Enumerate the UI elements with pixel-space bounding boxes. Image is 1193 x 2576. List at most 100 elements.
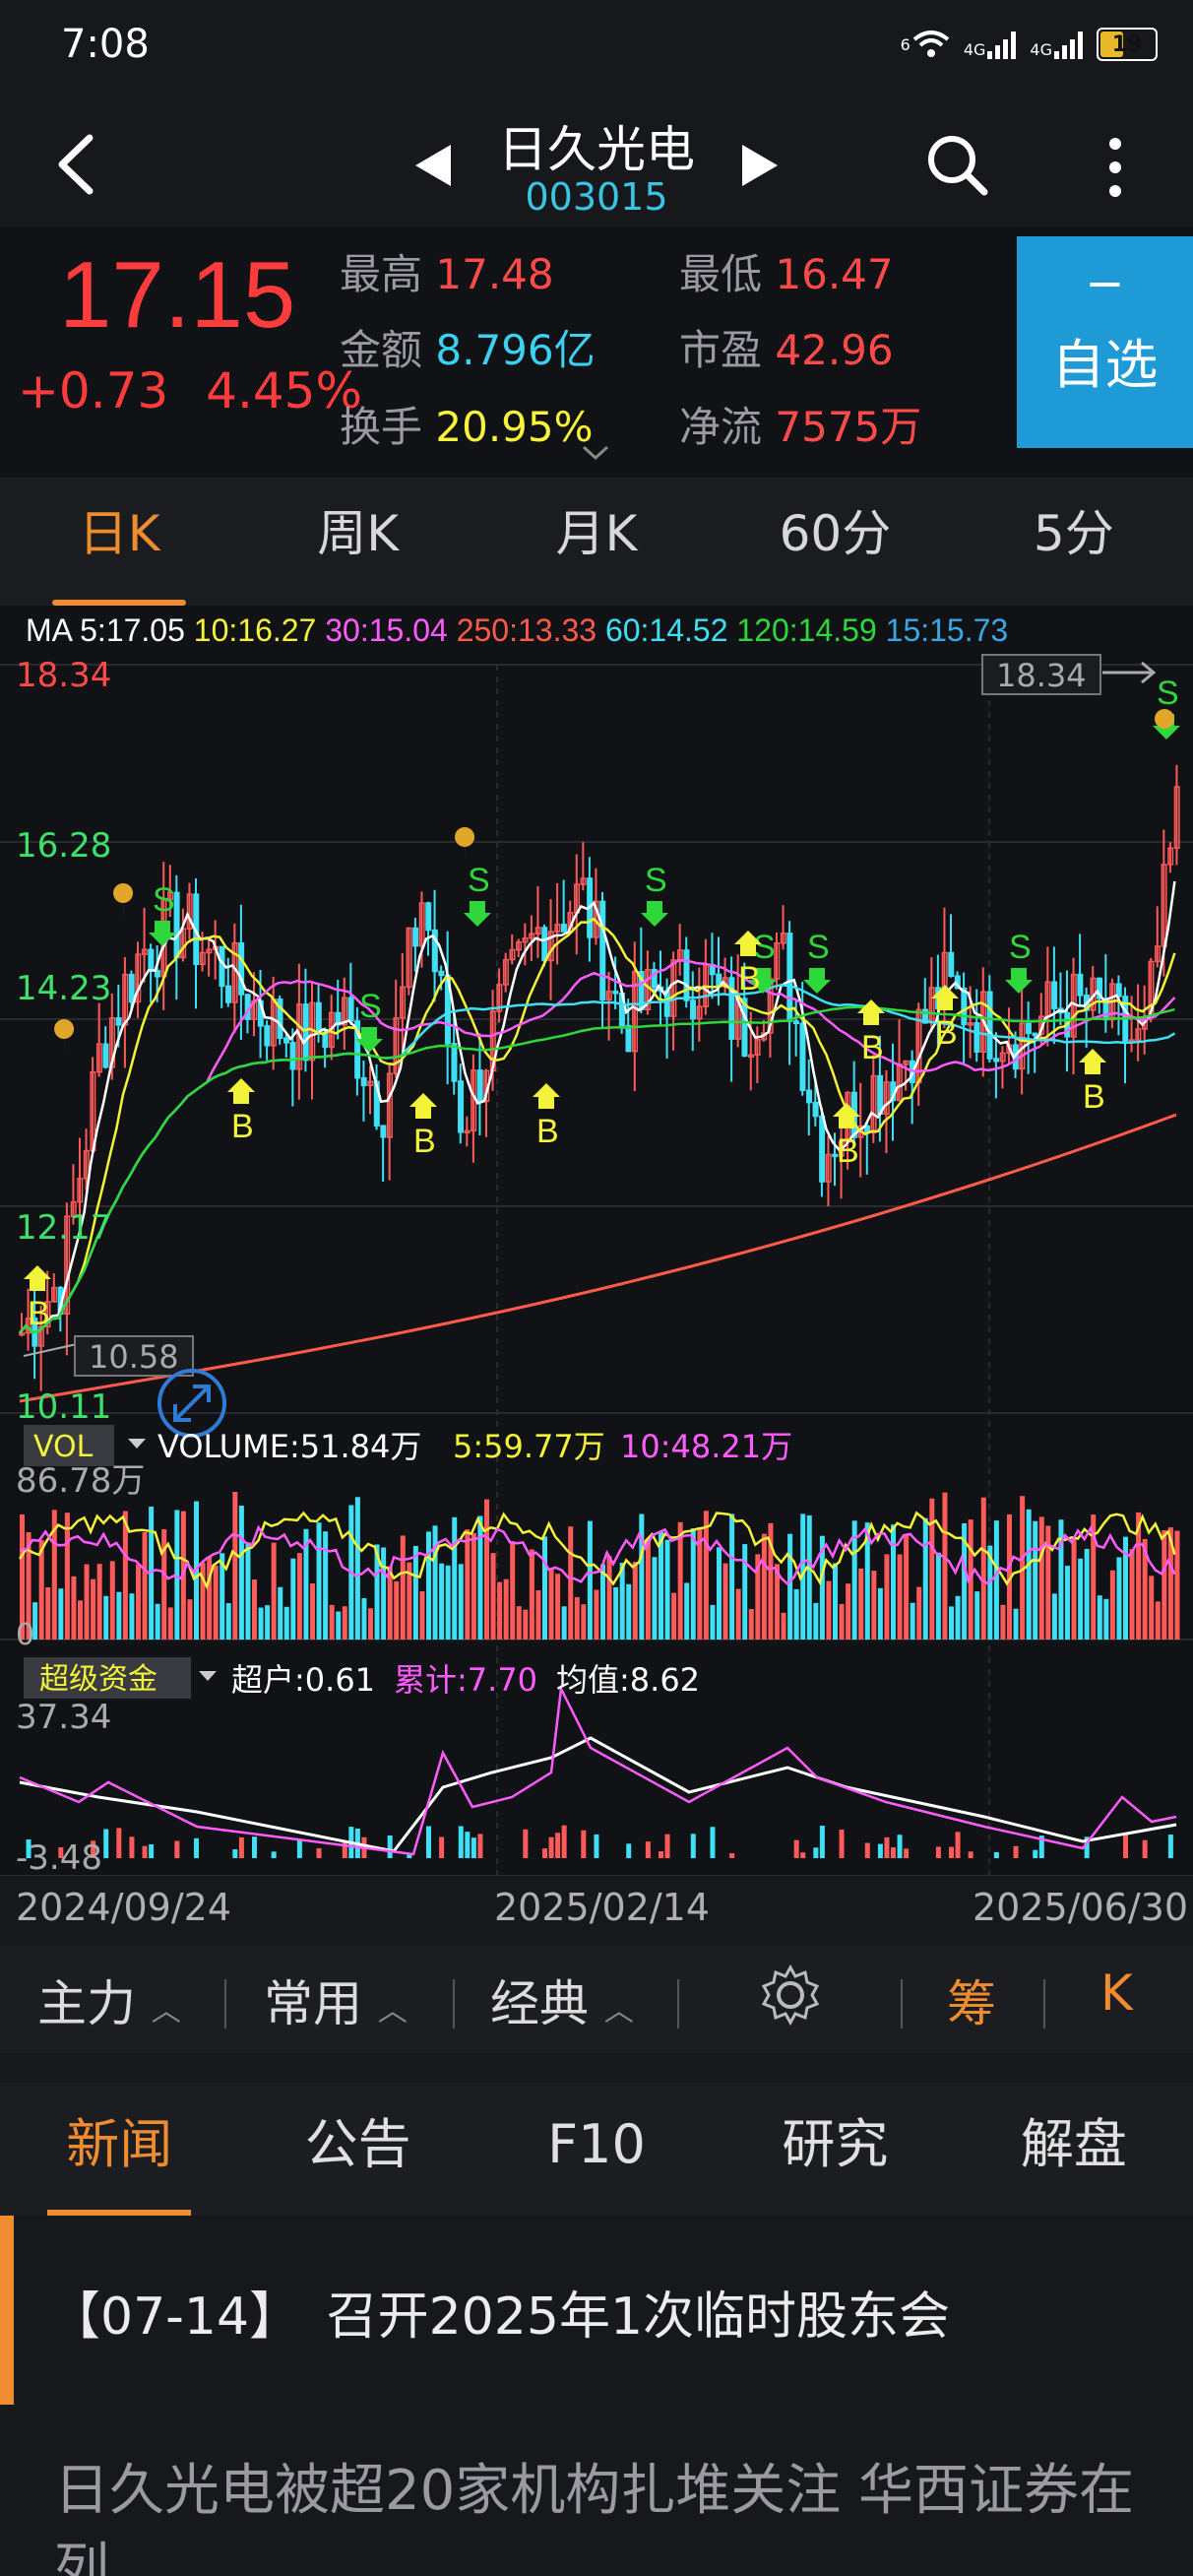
- fund-bar: [142, 1845, 148, 1858]
- tab-month-k[interactable]: 月K: [477, 478, 716, 606]
- kline-button[interactable]: K: [1100, 1964, 1133, 2022]
- volume-bar: [594, 1589, 599, 1640]
- candle-body: [806, 1089, 813, 1104]
- volume-bar: [1071, 1538, 1077, 1640]
- more-icon[interactable]: [1100, 136, 1130, 203]
- sell-arrow-icon: [464, 901, 491, 927]
- candle-body: [612, 990, 619, 995]
- axis-bottom-label: 10.11: [16, 1387, 111, 1427]
- volume-bar: [761, 1533, 767, 1640]
- volume-bar: [136, 1564, 141, 1640]
- axis-label-3: 14.23: [16, 969, 111, 1008]
- next-stock-icon[interactable]: [740, 143, 780, 192]
- tab-news[interactable]: 新闻: [0, 2083, 238, 2216]
- candle-body: [986, 991, 993, 1060]
- volume-bar: [283, 1606, 289, 1640]
- fund-bar: [458, 1826, 464, 1858]
- signal-2-icon: 4G: [1030, 30, 1083, 59]
- search-icon[interactable]: [925, 133, 990, 202]
- fund-bar: [968, 1851, 973, 1858]
- buy-arrow-icon: [1079, 1049, 1106, 1074]
- tab-f10[interactable]: F10: [477, 2083, 716, 2216]
- turnover-row: 换手 20.95%: [340, 403, 594, 451]
- expand-chevron-icon[interactable]: [581, 443, 610, 467]
- vol-tag[interactable]: VOL: [33, 1430, 94, 1464]
- volume-bar: [458, 1564, 464, 1640]
- volume-bar: [652, 1557, 658, 1640]
- chip-button[interactable]: 筹: [947, 1964, 996, 2035]
- volume-bar: [1109, 1570, 1115, 1640]
- fund-bar: [949, 1846, 954, 1858]
- fund-bar: [194, 1837, 199, 1858]
- volume-bar: [290, 1558, 296, 1640]
- fund-bar: [891, 1847, 896, 1858]
- volume-bar: [1033, 1520, 1038, 1640]
- candle-body: [148, 948, 155, 972]
- buy-signal: B: [738, 960, 761, 998]
- volume-bar: [833, 1563, 838, 1640]
- fund-tag[interactable]: 超级资金: [39, 1662, 157, 1697]
- fund-dropdown-icon[interactable]: [199, 1671, 217, 1681]
- fund-bar: [581, 1830, 587, 1858]
- fund-bar: [645, 1841, 651, 1858]
- vol-max-label: 86.78万: [16, 1461, 145, 1501]
- candle-body: [412, 927, 419, 947]
- volume-bar: [225, 1603, 231, 1640]
- kline-chart[interactable]: SSS SS S SSBB B BBBB BB MA 5:17.05 10:16.27 30…: [0, 606, 1193, 1878]
- candle-body: [347, 997, 354, 1022]
- news-item[interactable]: 【07-14】 召开2025年1次临时股东会: [0, 2216, 1193, 2405]
- vol-zero-label: 0: [16, 1618, 34, 1652]
- chevron-up-icon: ︿: [151, 1994, 181, 2029]
- tool-classic[interactable]: 经典 ︿: [490, 1964, 634, 2035]
- news-item[interactable]: 日久光电被超20家机构扎堆关注 华西证券在列: [0, 2452, 1193, 2576]
- candle-body: [993, 1058, 1000, 1063]
- tab-research[interactable]: 研究: [716, 2083, 954, 2216]
- tab-60min[interactable]: 60分: [716, 478, 954, 606]
- vol-dropdown-icon[interactable]: [128, 1439, 146, 1449]
- volume-bar: [361, 1598, 367, 1640]
- candle-body: [877, 1074, 884, 1116]
- tab-5min[interactable]: 5分: [955, 478, 1193, 606]
- tab-announcement[interactable]: 公告: [238, 2083, 476, 2216]
- volume-bar: [574, 1596, 580, 1640]
- volume-bar: [78, 1600, 83, 1640]
- volume-bar: [96, 1564, 102, 1640]
- tool-main[interactable]: 主力 ︿: [37, 1964, 181, 2035]
- fund-bar: [729, 1852, 735, 1858]
- sell-arrow-icon: [149, 921, 176, 946]
- volume-bar: [710, 1604, 716, 1640]
- tab-week-k[interactable]: 周K: [238, 478, 476, 606]
- buy-signal: B: [935, 1014, 958, 1052]
- volume-bar: [368, 1608, 373, 1640]
- candle-body: [812, 1101, 819, 1118]
- fund-bar: [548, 1836, 554, 1858]
- fund-bar: [877, 1843, 883, 1858]
- volume-bar: [884, 1554, 890, 1640]
- chart-area[interactable]: SSSSSSSSBBBBBBBBB MA 5:17.05 10:16.27 30…: [0, 606, 1193, 1878]
- volume-bar: [613, 1586, 619, 1640]
- volume-bar: [445, 1565, 451, 1640]
- volume-bar: [587, 1520, 593, 1640]
- volume-bar: [490, 1553, 496, 1640]
- candle-body: [819, 1115, 826, 1183]
- candle-body: [961, 987, 968, 1026]
- volume-bar: [813, 1602, 819, 1640]
- fund-bar: [426, 1826, 431, 1858]
- add-watchlist-button[interactable]: − 自选: [1017, 236, 1193, 448]
- volume-bar: [465, 1529, 471, 1640]
- volume-bar: [1155, 1601, 1161, 1640]
- tab-day-k[interactable]: 日K: [0, 478, 238, 606]
- low-row: 最低 16.47: [679, 250, 894, 298]
- tool-common[interactable]: 常用 ︿: [264, 1964, 408, 2035]
- buy-signal: B: [861, 1029, 884, 1066]
- volume-bar: [187, 1599, 193, 1640]
- volume-bar: [742, 1544, 748, 1640]
- sell-signal: S: [359, 988, 382, 1025]
- volume-bar: [632, 1562, 638, 1640]
- fullscreen-icon[interactable]: [157, 1369, 226, 1438]
- volume-ma-line: [18, 1511, 1176, 1590]
- volume-bar: [394, 1580, 400, 1640]
- settings-gear-icon[interactable]: [758, 1963, 823, 2039]
- alert-pin-icon: [113, 883, 134, 921]
- tab-analysis[interactable]: 解盘: [955, 2083, 1193, 2216]
